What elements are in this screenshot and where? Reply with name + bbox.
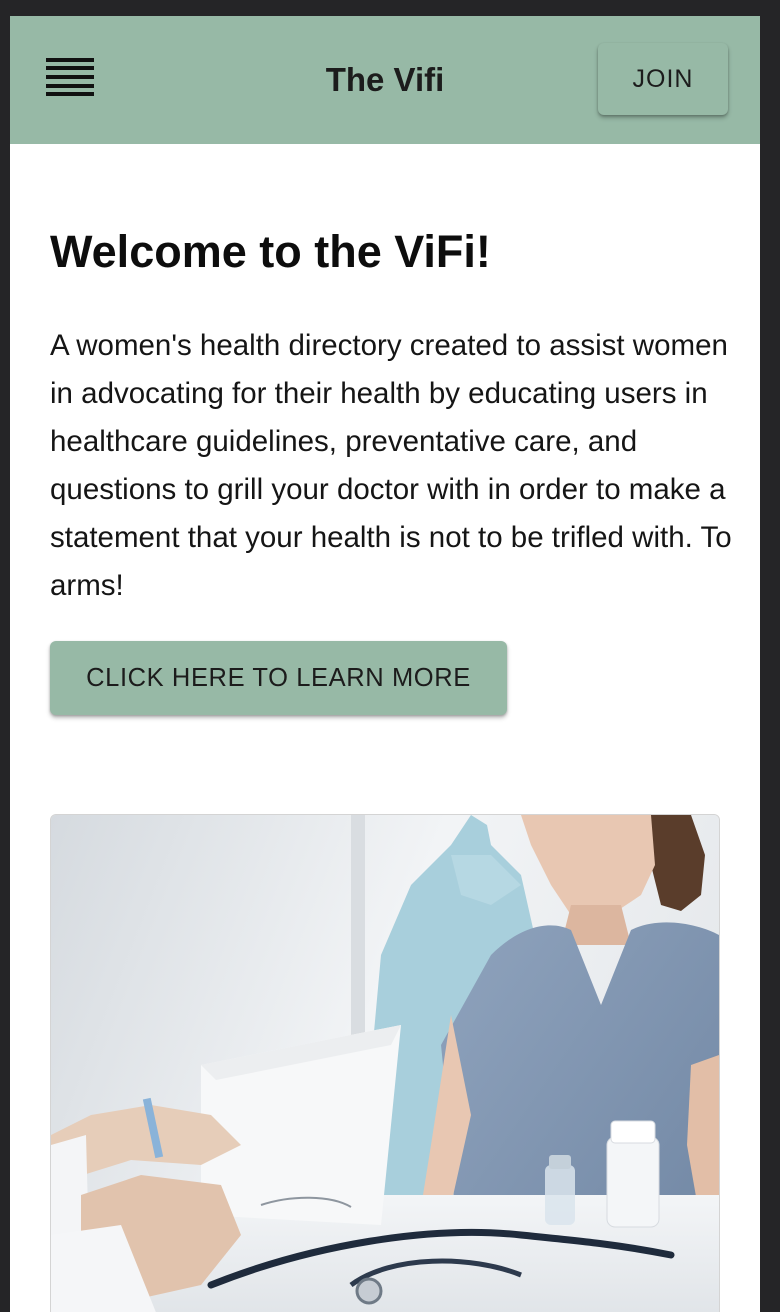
intro-paragraph: A women's health directory created to as…	[50, 329, 732, 602]
join-button[interactable]: JOIN	[598, 43, 728, 115]
app-bar: The Vifi JOIN	[10, 16, 760, 144]
phone-viewport: The Vifi JOIN Welcome to the ViFi! A wom…	[10, 16, 760, 1312]
hamburger-menu-icon[interactable]	[46, 58, 94, 96]
page-heading: Welcome to the ViFi!	[50, 226, 491, 277]
learn-more-button[interactable]: CLICK HERE TO LEARN MORE	[50, 641, 507, 715]
hero-image	[50, 814, 720, 1312]
